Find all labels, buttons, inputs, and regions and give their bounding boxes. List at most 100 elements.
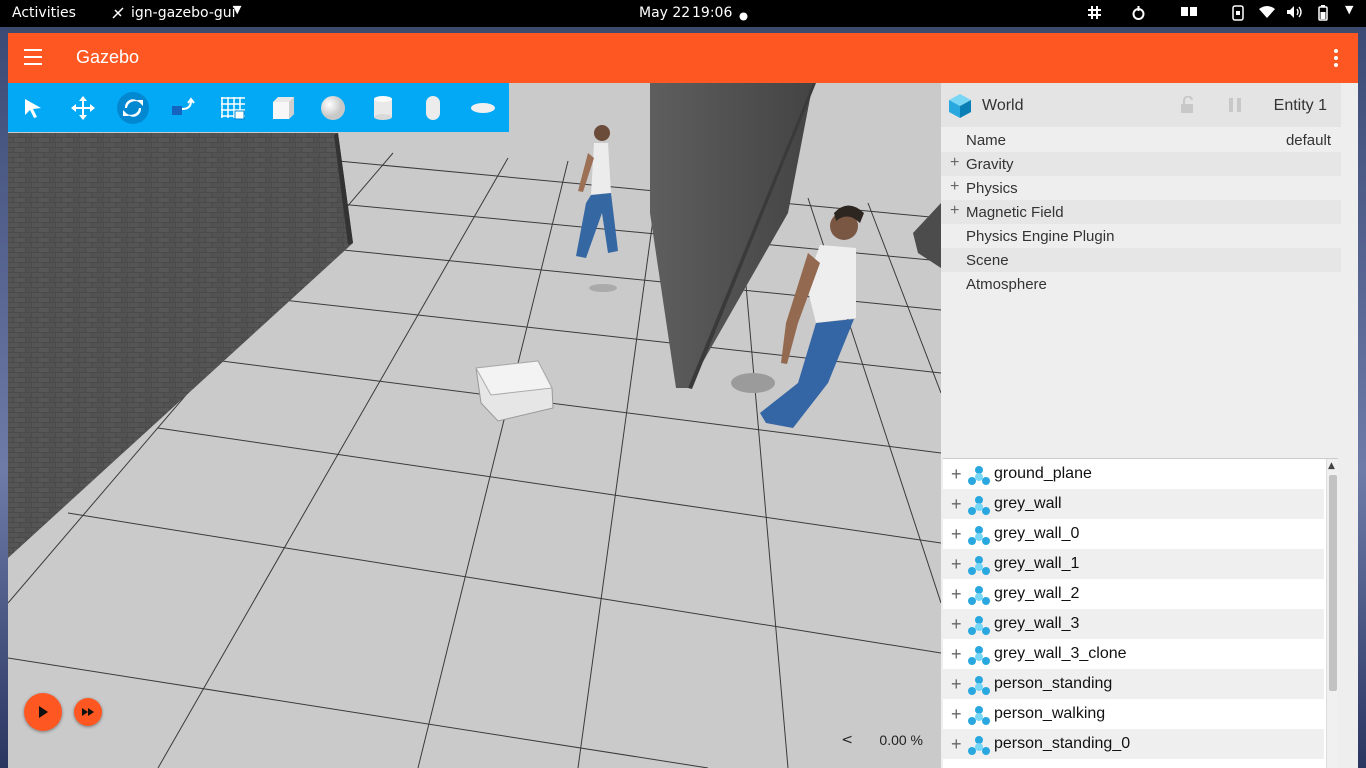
app-menu-button[interactable]: ign-gazebo-gui	[131, 5, 236, 21]
stats-collapse-arrow[interactable]: <	[841, 732, 853, 748]
tree-item-label: person_walking	[994, 705, 1106, 722]
property-label: Gravity	[966, 156, 1014, 173]
tree-item-grey-wall[interactable]: + grey_wall	[943, 489, 1324, 519]
play-button[interactable]	[24, 693, 62, 731]
app-title: Gazebo	[76, 47, 140, 67]
tree-item-person-standing[interactable]: + person_standing	[943, 669, 1324, 699]
tree-item-ground-plane[interactable]: + ground_plane	[943, 459, 1324, 489]
grid-snap-icon[interactable]	[213, 83, 253, 132]
expand-plus-icon[interactable]: +	[951, 734, 962, 755]
desktop-wallpaper-left	[0, 27, 8, 768]
sphere-icon[interactable]	[313, 83, 353, 132]
activities-button[interactable]: Activities	[12, 5, 76, 21]
play-icon	[39, 706, 48, 718]
select-icon[interactable]	[13, 83, 53, 132]
tree-item-grey-wall-2[interactable]: + grey_wall_2	[943, 579, 1324, 609]
tree-item-grey-wall-3-clone[interactable]: + grey_wall_3_clone	[943, 639, 1324, 669]
tree-item-label: person_standing	[994, 675, 1113, 692]
box-icon[interactable]	[263, 83, 303, 132]
property-label: Atmosphere	[966, 276, 1047, 293]
expand-plus-icon[interactable]: +	[950, 154, 959, 172]
entity-tree: + ground_plane + grey_wall + grey_wall_0…	[943, 458, 1338, 768]
pause-updates-icon[interactable]	[1227, 97, 1243, 117]
translate-icon[interactable]	[63, 83, 103, 132]
scene-3d-viewport[interactable]: < 0.00 %	[8, 83, 941, 768]
property-value[interactable]: default	[1286, 132, 1331, 149]
app-indicator-icon	[111, 6, 125, 24]
cylinder-icon[interactable]	[363, 83, 403, 132]
tree-item-person-standing-0[interactable]: + person_standing_0	[943, 729, 1324, 759]
tree-item-label: ground_plane	[994, 465, 1092, 482]
tree-item-label: grey_wall	[994, 495, 1062, 512]
property-label: Physics	[966, 180, 1018, 197]
expand-plus-icon[interactable]: +	[951, 704, 962, 725]
tree-item-label: grey_wall_2	[994, 585, 1080, 602]
property-row-magnetic-field[interactable]: + Magnetic Field	[941, 200, 1341, 224]
system-menu-chevron-icon[interactable]: ▼	[1345, 3, 1353, 16]
app-title-bar: Gazebo	[8, 33, 1358, 83]
model-icon	[967, 704, 991, 731]
clock-date[interactable]: May 22	[639, 5, 690, 21]
expand-plus-icon[interactable]: +	[951, 584, 962, 605]
tree-item-label: grey_wall_3_clone	[994, 645, 1127, 662]
entity-tree-scrollbar[interactable]: ▲	[1326, 459, 1338, 768]
entity-id-label: Entity 1	[1273, 97, 1327, 114]
component-inspector-title: World	[982, 97, 1024, 114]
expand-plus-icon[interactable]: +	[951, 614, 962, 635]
shapes-toolbar	[8, 83, 509, 132]
scene-render	[8, 83, 941, 768]
model-icon	[967, 464, 991, 491]
model-icon	[967, 734, 991, 761]
world-cube-icon	[948, 93, 972, 123]
model-icon	[967, 674, 991, 701]
transform-control-icon[interactable]	[162, 83, 202, 132]
tree-item-person-walking[interactable]: + person_walking	[943, 699, 1324, 729]
expand-plus-icon[interactable]: +	[951, 644, 962, 665]
property-row-atmosphere: Atmosphere	[941, 272, 1341, 296]
model-icon	[967, 554, 991, 581]
tree-item-label: grey_wall_0	[994, 525, 1080, 542]
rotate-icon[interactable]	[113, 83, 153, 132]
model-icon	[967, 614, 991, 641]
tree-item-grey-wall-3[interactable]: + grey_wall_3	[943, 609, 1324, 639]
expand-plus-icon[interactable]: +	[951, 554, 962, 575]
expand-plus-icon[interactable]: +	[951, 464, 962, 485]
hamburger-menu-icon[interactable]	[24, 49, 42, 65]
property-row-physics-engine-plugin: Physics Engine Plugin	[941, 224, 1341, 248]
step-button[interactable]	[74, 698, 102, 726]
right-panel: World Entity 1 Name default + Gravity + …	[941, 83, 1358, 768]
property-row-name: Name default	[941, 128, 1341, 152]
notification-dot-icon	[739, 9, 748, 25]
tree-item-label: person_standing_0	[994, 735, 1131, 752]
capsule-icon[interactable]	[413, 83, 453, 132]
tree-item-grey-wall-1[interactable]: + grey_wall_1	[943, 549, 1324, 579]
expand-plus-icon[interactable]: +	[951, 494, 962, 515]
lock-icon[interactable]	[1179, 95, 1195, 118]
wifi-icon[interactable]	[1258, 5, 1276, 23]
system-top-bar: Activities ign-gazebo-gui ▼ May 22 19:06…	[0, 0, 1366, 27]
expand-plus-icon[interactable]: +	[951, 524, 962, 545]
property-row-gravity[interactable]: + Gravity	[941, 152, 1341, 176]
expand-plus-icon[interactable]: +	[950, 202, 959, 220]
scroll-up-arrow-icon[interactable]: ▲	[1328, 461, 1335, 471]
window-layout-icon[interactable]	[1180, 5, 1198, 23]
real-time-factor: 0.00 %	[879, 732, 923, 748]
expand-plus-icon[interactable]: +	[951, 674, 962, 695]
property-row-scene: Scene	[941, 248, 1341, 272]
slack-icon[interactable]	[1087, 5, 1102, 24]
property-label: Magnetic Field	[966, 204, 1064, 221]
ellipsoid-icon[interactable]	[463, 83, 503, 132]
tray-app-icon[interactable]	[1131, 5, 1146, 25]
expand-plus-icon[interactable]: +	[950, 178, 959, 196]
scrollbar-thumb[interactable]	[1329, 475, 1337, 691]
property-label: Scene	[966, 252, 1009, 269]
battery-icon[interactable]	[1315, 5, 1331, 25]
tree-item-grey-wall-0[interactable]: + grey_wall_0	[943, 519, 1324, 549]
property-row-physics[interactable]: + Physics	[941, 176, 1341, 200]
more-options-icon[interactable]	[1334, 49, 1338, 70]
model-icon	[967, 584, 991, 611]
model-icon	[967, 524, 991, 551]
clock-time[interactable]: 19:06	[692, 5, 732, 21]
phone-icon[interactable]	[1231, 5, 1245, 25]
volume-icon[interactable]	[1286, 5, 1303, 23]
